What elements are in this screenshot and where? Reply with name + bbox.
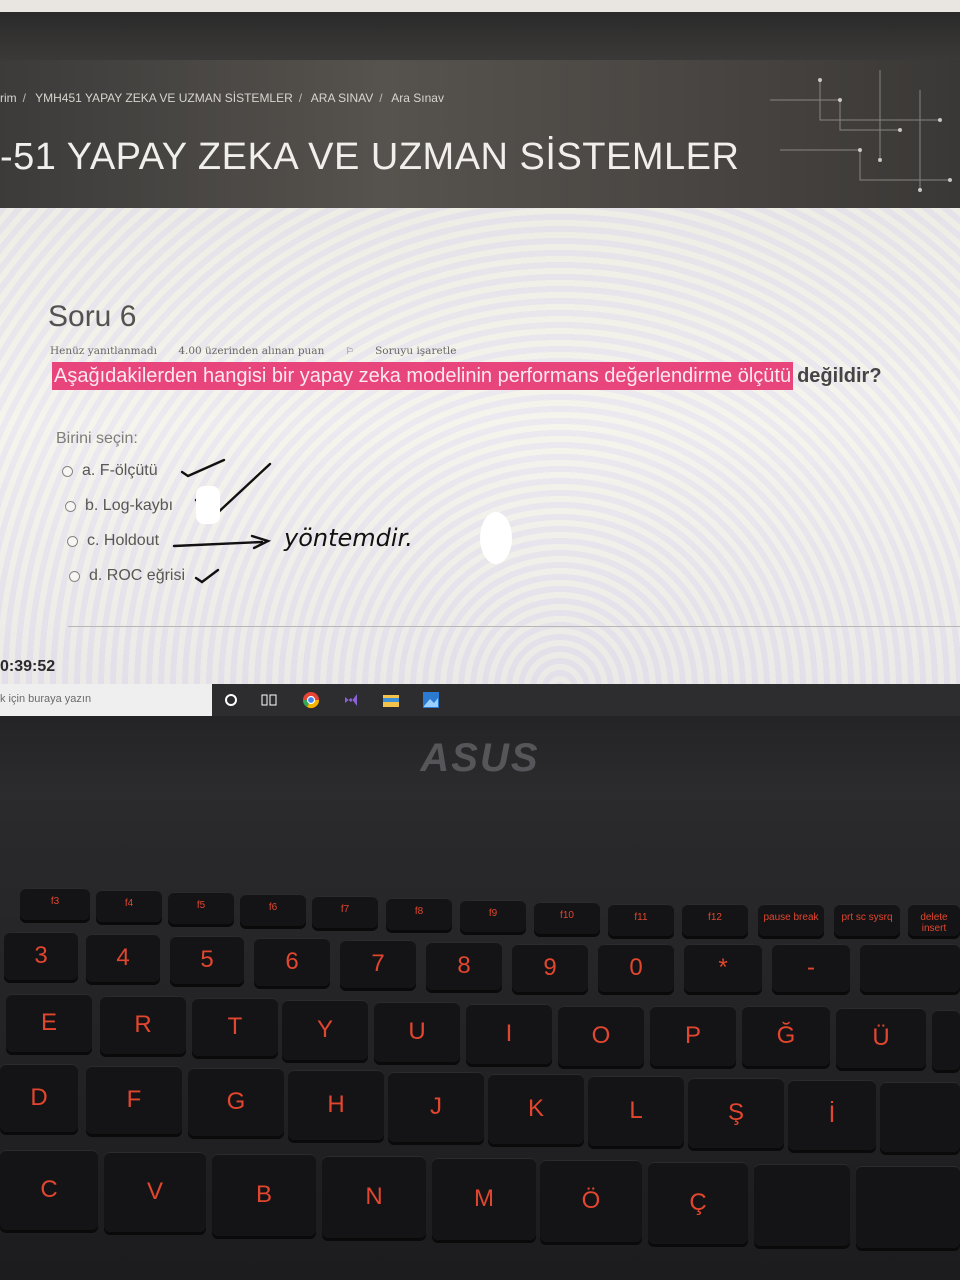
key-f7[interactable]: f7 — [312, 896, 378, 928]
checkmark-icon — [194, 568, 220, 584]
key-e[interactable]: E — [6, 994, 92, 1052]
key-i[interactable]: I — [466, 1004, 552, 1064]
chrome-icon[interactable] — [302, 691, 320, 709]
breadcrumb-item-section[interactable]: ARA SINAV — [311, 91, 373, 105]
key-c-cedilla[interactable]: Ç — [648, 1162, 748, 1244]
key-v[interactable]: V — [104, 1152, 206, 1232]
windows-taskbar: k için buraya yazın — [0, 684, 960, 716]
key-k[interactable]: K — [488, 1074, 584, 1144]
divider — [68, 626, 960, 627]
key-0[interactable]: 0 — [598, 944, 674, 992]
key-f4[interactable]: f4 — [96, 890, 162, 922]
key-delete-insert[interactable]: delete insert — [908, 904, 960, 936]
cortana-icon[interactable] — [222, 691, 240, 709]
key-f11[interactable]: f11 — [608, 904, 674, 936]
course-title: -51 YAPAY ZEKA VE UZMAN SİSTEMLER — [0, 136, 740, 178]
key-9[interactable]: 9 — [512, 944, 588, 992]
key-3[interactable]: 3 — [4, 932, 78, 980]
browser-top-strip — [0, 0, 960, 12]
brand-logo: ASUS — [420, 736, 540, 780]
key-o-umlaut[interactable]: Ö — [540, 1160, 642, 1242]
key-y[interactable]: Y — [282, 1000, 368, 1060]
breadcrumb-item-quiz[interactable]: Ara Sınav — [391, 91, 444, 105]
key-b[interactable]: B — [212, 1154, 316, 1236]
whiteout-mark — [480, 512, 512, 564]
key-l[interactable]: L — [588, 1076, 684, 1146]
key-o[interactable]: O — [558, 1006, 644, 1066]
key-f[interactable]: F — [86, 1066, 182, 1134]
key-f5[interactable]: f5 — [168, 892, 234, 924]
key-prtsc-sysrq[interactable]: prt sc sysrq — [834, 904, 900, 936]
arrow-icon — [172, 540, 264, 548]
key-7[interactable]: 7 — [340, 940, 416, 988]
breadcrumb: rim / YMH451 YAPAY ZEKA VE UZMAN SİSTEMLE… — [0, 91, 444, 105]
search-placeholder: k için buraya yazın — [0, 693, 92, 705]
whiteout-mark — [196, 486, 220, 524]
key-minus[interactable]: - — [772, 944, 850, 992]
key-g[interactable]: G — [188, 1068, 284, 1136]
key-j[interactable]: J — [388, 1072, 484, 1142]
key-f8[interactable]: f8 — [386, 898, 452, 930]
key-f12[interactable]: f12 — [682, 904, 748, 936]
key-i-dotted[interactable]: İ — [788, 1080, 876, 1150]
key-asterisk[interactable]: * — [684, 944, 762, 992]
key-d[interactable]: D — [0, 1064, 78, 1132]
quiz-timer: 0:39:52 — [0, 658, 56, 675]
file-explorer-icon[interactable] — [382, 691, 400, 709]
breadcrumb-item-course[interactable]: YMH451 YAPAY ZEKA VE UZMAN SİSTEMLER — [35, 91, 293, 105]
key-8[interactable]: 8 — [426, 942, 502, 990]
key-6[interactable]: 6 — [254, 938, 330, 986]
visual-studio-icon[interactable] — [342, 691, 360, 709]
breadcrumb-item-home[interactable]: rim — [0, 91, 17, 105]
checkmark-icon — [180, 458, 226, 478]
key-4[interactable]: 4 — [86, 934, 160, 982]
key-f6[interactable]: f6 — [240, 894, 306, 926]
key-r[interactable]: R — [100, 996, 186, 1054]
key-f9[interactable]: f9 — [460, 900, 526, 932]
key-t[interactable]: T — [192, 998, 278, 1056]
key-m[interactable]: M — [432, 1158, 536, 1240]
key-p[interactable]: P — [650, 1006, 736, 1066]
key-pause-break[interactable]: pause break — [758, 904, 824, 936]
screen-upper-area — [0, 12, 960, 60]
key-backspace[interactable] — [860, 944, 960, 992]
key-comma[interactable] — [880, 1082, 960, 1152]
key-bracket[interactable] — [932, 1010, 960, 1070]
quiz-content: Soru 6 Henüz yanıtlanmadı 4.00 üzerinden… — [0, 208, 960, 688]
circuit-decoration-icon — [770, 70, 952, 192]
key-period[interactable] — [754, 1164, 850, 1246]
key-u[interactable]: U — [374, 1002, 460, 1062]
key-h[interactable]: H — [288, 1070, 384, 1140]
key-n[interactable]: N — [322, 1156, 426, 1238]
handwritten-annotations — [172, 458, 512, 584]
task-view-icon[interactable] — [260, 691, 278, 709]
key-u-umlaut[interactable]: Ü — [836, 1008, 926, 1068]
handwritten-note: yöntemdir. — [284, 524, 413, 552]
taskbar-search-box[interactable]: k için buraya yazın — [0, 684, 212, 716]
course-banner: rim / YMH451 YAPAY ZEKA VE UZMAN SİSTEMLE… — [0, 60, 960, 208]
key-5[interactable]: 5 — [170, 936, 244, 984]
key-c[interactable]: C — [0, 1150, 98, 1230]
key-f10[interactable]: f10 — [534, 902, 600, 934]
key-f3[interactable]: f3 — [20, 888, 90, 920]
key-g-breve[interactable]: Ğ — [742, 1006, 830, 1066]
key-shift-right[interactable] — [856, 1166, 960, 1248]
photos-icon[interactable] — [422, 691, 440, 709]
key-s-cedilla[interactable]: Ş — [688, 1078, 784, 1148]
